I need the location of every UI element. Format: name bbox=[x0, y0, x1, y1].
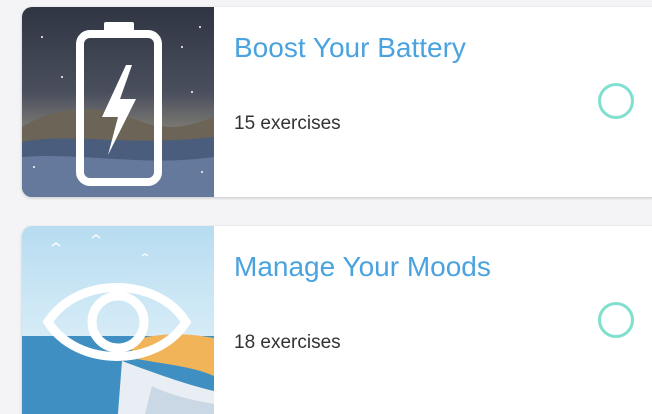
program-title: Boost Your Battery bbox=[234, 32, 466, 63]
program-card-body: Boost Your Battery 15 exercises bbox=[214, 7, 652, 197]
exercise-count: 15 exercises bbox=[234, 113, 341, 134]
completion-check-circle[interactable] bbox=[598, 83, 634, 119]
program-thumbnail bbox=[22, 226, 214, 414]
battery-bolt-icon bbox=[22, 7, 214, 197]
program-thumbnail bbox=[22, 7, 214, 197]
eye-icon bbox=[22, 226, 214, 414]
program-card-manage-moods[interactable]: Manage Your Moods 18 exercises bbox=[22, 226, 652, 414]
completion-check-circle[interactable] bbox=[598, 302, 634, 338]
program-card-body: Manage Your Moods 18 exercises bbox=[214, 226, 652, 414]
program-title: Manage Your Moods bbox=[234, 251, 491, 282]
exercise-count: 18 exercises bbox=[234, 332, 341, 353]
program-list: Boost Your Battery 15 exercises Manage Y… bbox=[0, 0, 652, 414]
program-card-boost-battery[interactable]: Boost Your Battery 15 exercises bbox=[22, 7, 652, 197]
